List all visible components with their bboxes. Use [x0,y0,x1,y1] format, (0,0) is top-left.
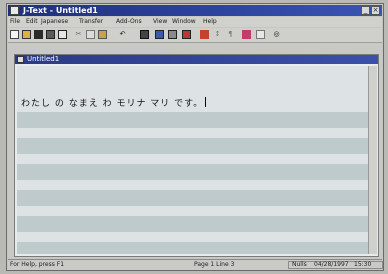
mark-icon[interactable] [182,30,191,39]
minimize-button[interactable]: _ [361,6,370,15]
document-title: Untitled1 [27,55,60,63]
window-title: J-Text - Untitled1 [23,6,98,15]
line-stripe [17,190,368,206]
highlight-icon[interactable] [242,30,251,39]
title-bar[interactable]: J-Text - Untitled1 _ × [8,5,382,16]
document-text-content: わたし の なまえ わ モリナ マリ です。 [21,99,204,109]
status-help: For Help, press F1 [10,261,65,268]
paste-icon[interactable] [98,30,107,39]
line-stripe [17,138,368,154]
status-time: 15:30 [354,261,372,268]
menu-bar: File Edit Japanese Transfer Add-Ons View… [8,17,382,27]
app-icon[interactable] [10,6,19,15]
vertical-scrollbar[interactable] [368,66,377,254]
close-button[interactable]: × [371,6,380,15]
mdi-area: Untitled1 わたし の なまえ わ モリナ マリ です。 [8,44,382,259]
info-icon[interactable]: ◎ [272,30,281,39]
new-file-icon[interactable] [10,30,19,39]
menu-transfer[interactable]: Transfer [79,18,103,26]
document-title-bar[interactable]: Untitled1 [15,55,378,64]
kana-icon[interactable] [168,30,177,39]
menu-view[interactable]: View [153,18,167,26]
settings-icon[interactable] [256,30,265,39]
app-window: J-Text - Untitled1 _ × File Edit Japanes… [6,3,384,271]
document-editor[interactable]: わたし の なまえ わ モリナ マリ です。 [17,66,368,254]
print-icon[interactable] [46,30,55,39]
document-window: Untitled1 わたし の なまえ わ モリナ マリ です。 [14,54,379,257]
menu-japanese[interactable]: Japanese [41,18,68,26]
color-icon[interactable] [200,30,209,39]
toolbar: ✂ ↶ ↕ ¶ ◎ [8,28,382,43]
menu-file[interactable]: File [10,18,20,26]
sort-icon[interactable]: ↕ [213,30,222,39]
menu-help[interactable]: Help [203,18,217,26]
status-page: Page 1 Line 3 [194,261,235,268]
text-caret [205,97,207,107]
undo-icon[interactable]: ↶ [118,30,127,39]
line-stripe [17,216,368,232]
print-preview-icon[interactable] [58,30,67,39]
dictionary-icon[interactable] [140,30,149,39]
menu-edit[interactable]: Edit [26,18,38,26]
line-stripe [17,242,368,254]
convert-icon[interactable] [155,30,164,39]
open-folder-icon[interactable] [22,30,31,39]
cut-icon[interactable]: ✂ [74,30,83,39]
format-icon[interactable]: ¶ [226,30,235,39]
menu-add-ons[interactable]: Add-Ons [116,18,142,26]
copy-icon[interactable] [86,30,95,39]
document-icon[interactable] [17,56,24,63]
status-mode: Nulls [292,261,307,268]
document-text[interactable]: わたし の なまえ わ モリナ マリ です。 [21,96,207,109]
line-stripe [17,112,368,128]
menu-window[interactable]: Window [172,18,196,26]
line-stripe [17,164,368,180]
status-date: 04/28/1997 [314,261,349,268]
save-icon[interactable] [34,30,43,39]
status-bar: For Help, press F1 Page 1 Line 3 Nulls 0… [8,259,383,270]
